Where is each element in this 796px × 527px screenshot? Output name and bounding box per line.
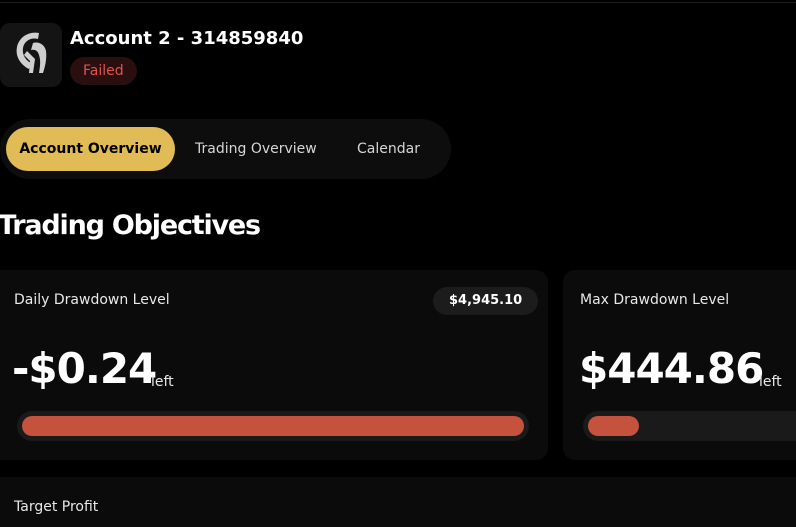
tab-account-overview[interactable]: Account Overview — [6, 127, 175, 171]
max-drawdown-label: Max Drawdown Level — [580, 292, 730, 308]
tab-calendar[interactable]: Calendar — [357, 127, 420, 171]
max-drawdown-value: $444.86 — [579, 344, 764, 393]
tab-bar: Account Overview Trading Overview Calend… — [0, 119, 451, 179]
target-profit-label: Target Profit — [14, 499, 99, 515]
daily-drawdown-label: Daily Drawdown Level — [14, 292, 170, 308]
max-drawdown-suffix: left — [759, 374, 782, 390]
account-dashboard: Account 2 - 314859840 Failed Account Ove… — [0, 0, 796, 527]
daily-drawdown-progress — [17, 411, 529, 441]
status-badge: Failed — [70, 57, 137, 85]
daily-drawdown-progress-fill — [22, 416, 524, 436]
daily-drawdown-suffix: left — [151, 374, 174, 390]
top-divider — [0, 2, 796, 3]
daily-drawdown-amount: $4,945.10 — [433, 287, 539, 315]
daily-drawdown-value: -$0.24 — [12, 344, 157, 393]
daily-drawdown-card: Daily Drawdown Level $4,945.10 -$0.24 le… — [0, 270, 548, 460]
account-title: Account 2 - 314859840 — [70, 28, 304, 49]
goat-logo-icon — [9, 29, 53, 81]
account-logo — [0, 23, 62, 87]
tab-trading-overview[interactable]: Trading Overview — [195, 127, 317, 171]
section-title: Trading Objectives — [0, 210, 261, 241]
target-profit-card: Target Profit — [0, 477, 796, 527]
max-drawdown-progress — [583, 411, 796, 441]
max-drawdown-progress-fill — [588, 416, 639, 436]
max-drawdown-card: Max Drawdown Level $444.86 left — [563, 270, 796, 460]
